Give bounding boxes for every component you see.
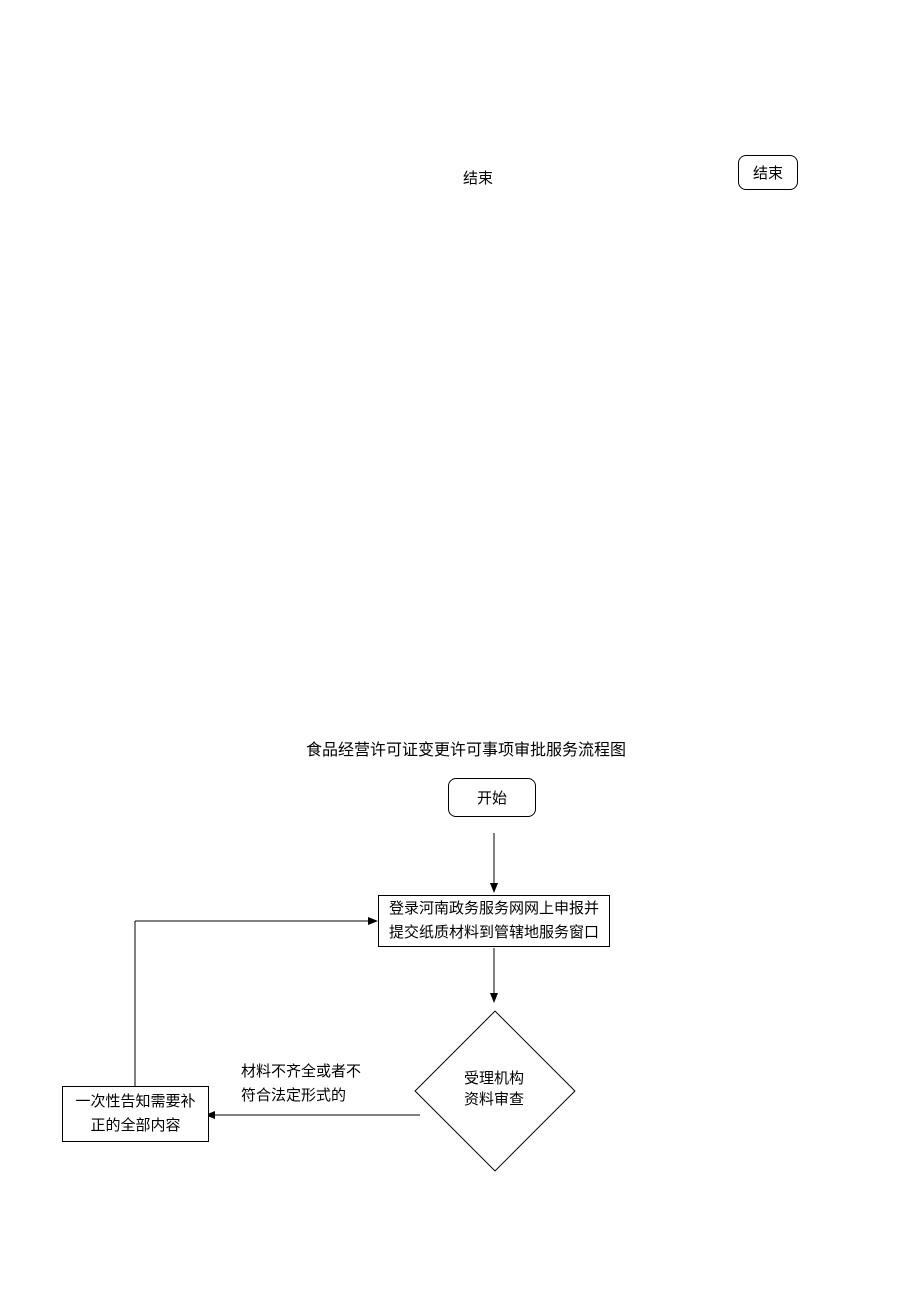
arrow-decision-to-inform: [205, 1110, 435, 1130]
decision-line1: 受理机构: [464, 1069, 524, 1090]
end-label-top-left: 结束: [463, 167, 493, 188]
flowchart-title: 食品经营许可证变更许可事项审批服务流程图: [306, 736, 626, 760]
inform-process: 一次性告知需要补 正的全部内容: [62, 1086, 209, 1142]
start-terminator: 开始: [448, 778, 536, 817]
submit-line2: 提交纸质材料到管辖地服务窗口: [379, 921, 609, 945]
decision-line2: 资料审查: [464, 1090, 524, 1111]
submit-process: 登录河南政务服务网网上申报并 提交纸质材料到管辖地服务窗口: [378, 895, 610, 947]
arrow-inform-back-to-submit: [128, 916, 388, 1092]
end-terminator-top-right: 结束: [738, 155, 798, 190]
inform-line2: 正的全部内容: [63, 1114, 208, 1138]
inform-line1: 一次性告知需要补: [63, 1090, 208, 1114]
arrow-submit-to-decision: [489, 948, 499, 1003]
review-decision: 受理机构 资料审查: [414, 1010, 574, 1170]
arrow-start-to-submit: [489, 833, 499, 893]
submit-line1: 登录河南政务服务网网上申报并: [379, 897, 609, 921]
